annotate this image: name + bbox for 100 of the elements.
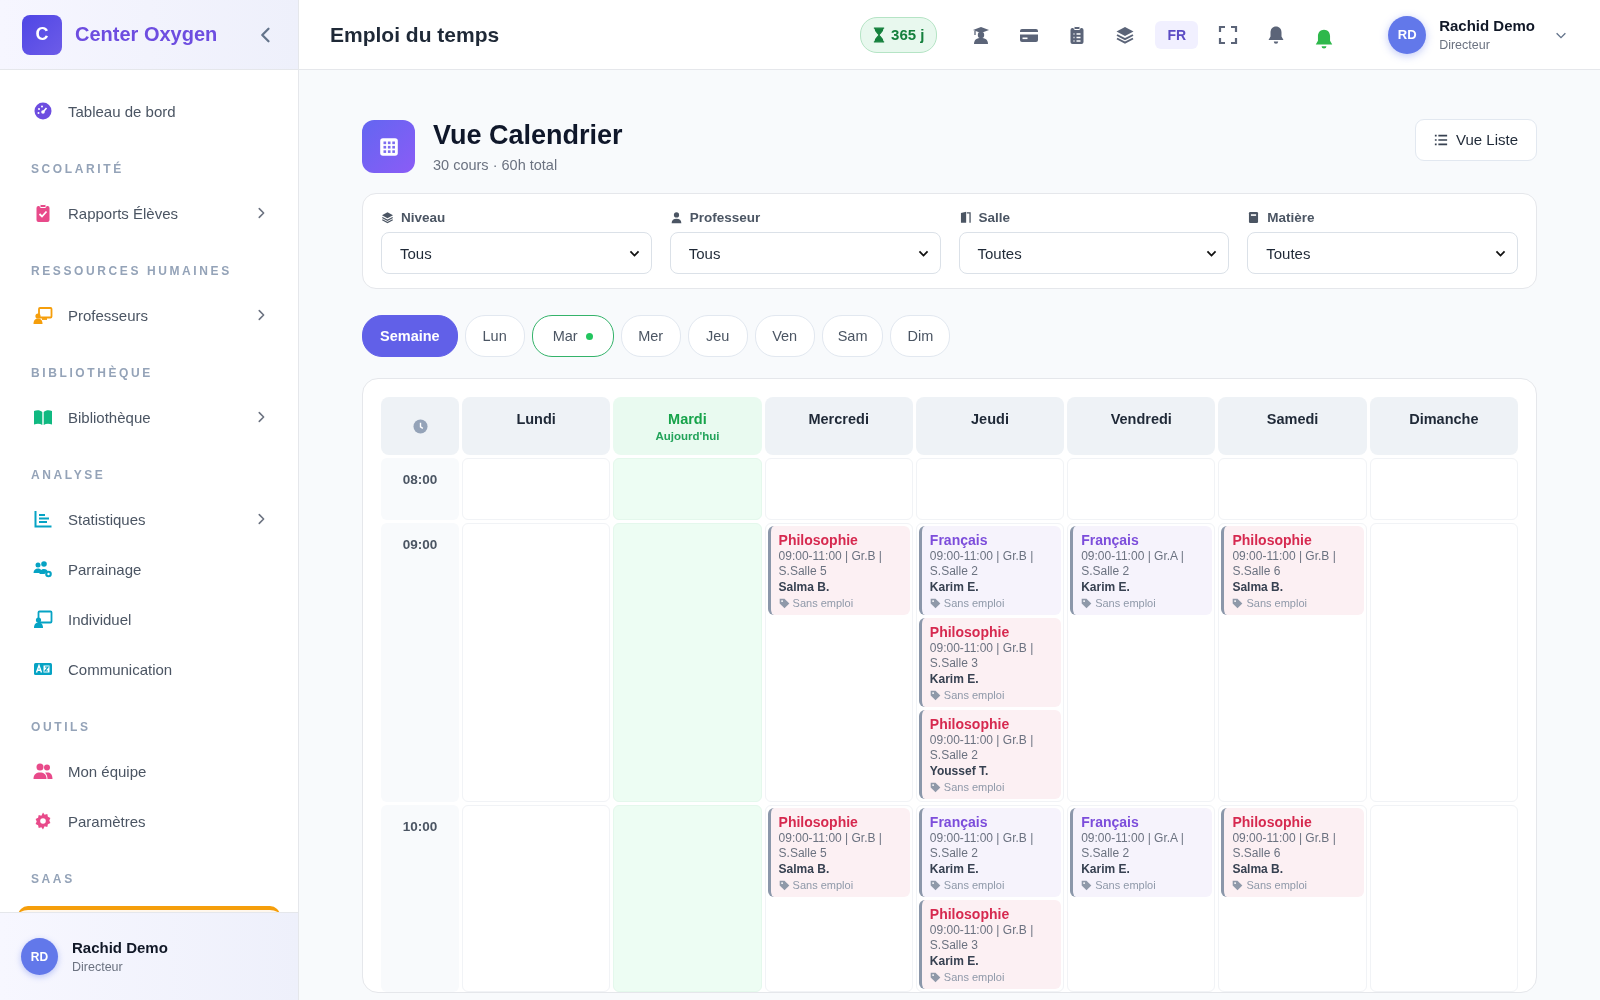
teacher-name: Youssef T.	[929, 764, 990, 779]
day-tab[interactable]: Mer	[620, 315, 681, 357]
course-details: 09:00-11:00 | Gr.B | S.Salle 6	[1232, 831, 1337, 861]
time-slot[interactable]: Français 09:00-11:00 | Gr.B | S.Salle 2 Karim E. Sans emploi Philosophie 09:00-11:00 | Gr.B | S.Salle 3 Karim E. Sans emploi Philosophie 09:00-11:00 | Gr.B | S.Salle 2 Youssef T. Sans emploi	[915, 523, 1065, 802]
days-left-badge: 365 j	[860, 16, 938, 53]
time-slot[interactable]	[613, 523, 762, 802]
section-title: SAAS	[30, 871, 76, 888]
day-name: Dimanche	[1409, 411, 1479, 427]
user-name: Rachid Demo	[1439, 17, 1535, 34]
course-card[interactable]: Français 09:00-11:00 | Gr.A | S.Salle 2 Karim E. Sans emploi	[1070, 526, 1213, 615]
menu-item[interactable]: Rapports Élèves	[0, 188, 298, 238]
filter-label: Professeur	[689, 210, 761, 225]
teacher-name: Salma B.	[1232, 862, 1285, 877]
course-card[interactable]: Philosophie 09:00-11:00 | Gr.B | S.Salle 2 Youssef T. Sans emploi	[918, 710, 1062, 799]
course-card[interactable]: Philosophie 09:00-11:00 | Gr.B | S.Salle 3 Karim E. Sans emploi	[918, 618, 1062, 707]
section-title: BIBLIOTHÈQUE	[30, 364, 154, 382]
section-title: Vue Calendrier	[433, 120, 624, 151]
time-slot[interactable]: Français 09:00-11:00 | Gr.A | S.Salle 2 Karim E. Sans emploi	[1067, 523, 1216, 802]
section-title: SCOLARITÉ	[30, 160, 125, 178]
course-tag: Sans emploi	[1246, 878, 1307, 893]
menu-item[interactable]: Tableau de bord	[0, 86, 298, 136]
time-slot[interactable]: Philosophie 09:00-11:00 | Gr.B | S.Salle 6 Salma B. Sans emploi	[1218, 805, 1367, 992]
day-name: Mercredi	[808, 411, 869, 427]
teacher-name: Salma B.	[778, 862, 831, 877]
time-slot[interactable]	[613, 805, 762, 992]
day-tab[interactable]: Jeu	[687, 315, 748, 357]
book-icon	[1247, 211, 1261, 224]
avatar: RD	[21, 938, 58, 975]
time-slot[interactable]	[613, 458, 762, 520]
time-slot[interactable]: Français 09:00-11:00 | Gr.A | S.Salle 2 Karim E. Sans emploi	[1067, 805, 1216, 992]
logo-icon: C	[22, 14, 62, 55]
course-details: 09:00-11:00 | Gr.B | S.Salle 2	[929, 831, 1035, 861]
filter-select[interactable]: Toutes	[1247, 232, 1518, 274]
menu-item[interactable]: Statistiques	[0, 494, 298, 544]
menu-item[interactable]: Parrainage	[0, 544, 298, 594]
language-button[interactable]: FR	[1155, 20, 1199, 49]
course-details: 09:00-11:00 | Gr.B | S.Salle 2	[929, 733, 1035, 763]
today-label: Aujourd'hui	[655, 430, 720, 442]
teacher-name: Karim E.	[929, 580, 980, 595]
tag-icon	[778, 598, 790, 609]
day-tab[interactable]: Semaine	[362, 315, 458, 357]
course-card[interactable]: Philosophie 09:00-11:00 | Gr.B | S.Salle 3 Karim E. Sans emploi	[918, 900, 1062, 989]
tag-icon	[1232, 598, 1244, 609]
time-slot[interactable]	[462, 805, 611, 992]
menu-item[interactable]: Bibliothèque	[0, 392, 298, 442]
day-tab[interactable]: Ven	[754, 315, 815, 357]
list-view-button[interactable]: Vue Liste	[1415, 118, 1537, 161]
day-tab[interactable]: Mar	[531, 315, 614, 357]
course-details: 09:00-11:00 | Gr.A | S.Salle 2	[1081, 831, 1185, 861]
menu-item[interactable]: Professeurs	[0, 290, 298, 340]
person-icon	[669, 211, 683, 224]
filter-select[interactable]: Tous	[381, 232, 652, 274]
fullscreen-icon[interactable]	[1218, 24, 1239, 45]
time-slot[interactable]: Philosophie 09:00-11:00 | Gr.B | S.Salle 6 Salma B. Sans emploi	[1218, 523, 1367, 802]
course-card[interactable]: Philosophie 09:00-11:00 | Gr.B | S.Salle 5 Salma B. Sans emploi	[767, 526, 910, 615]
user-role: Directeur	[1439, 38, 1491, 52]
time-slot[interactable]: Français 09:00-11:00 | Gr.B | S.Salle 2 Karim E. Sans emploi Philosophie 09:00-11:00 | Gr.B | S.Salle 3 Karim E. Sans emploi	[915, 805, 1065, 992]
time-slot[interactable]: Philosophie 09:00-11:00 | Gr.B | S.Salle 5 Salma B. Sans emploi	[764, 805, 913, 992]
course-details: 09:00-11:00 | Gr.A | S.Salle 2	[1081, 549, 1185, 579]
course-card[interactable]: Philosophie 09:00-11:00 | Gr.B | S.Salle 6 Salma B. Sans emploi	[1221, 808, 1364, 897]
menu-item[interactable]: Individuel	[0, 594, 298, 644]
user-name: Rachid Demo	[72, 939, 168, 956]
day-name: Lundi	[516, 411, 556, 427]
day-tab[interactable]: Sam	[821, 315, 884, 357]
list-icon	[1434, 132, 1448, 147]
clock-icon	[412, 418, 428, 434]
layers-icon[interactable]	[1115, 24, 1136, 45]
course-card[interactable]: Philosophie 09:00-11:00 | Gr.B | S.Salle 5 Salma B. Sans emploi	[767, 808, 910, 897]
teacher-name: Karim E.	[1081, 580, 1131, 595]
filter-select[interactable]: Toutes	[958, 232, 1230, 274]
brand-name: Center Oxygen	[75, 23, 219, 46]
day-tab[interactable]: Dim	[890, 315, 951, 357]
course-card[interactable]: Philosophie 09:00-11:00 | Gr.B | S.Salle 6 Salma B. Sans emploi	[1221, 526, 1364, 615]
course-card[interactable]: Français 09:00-11:00 | Gr.B | S.Salle 2 Karim E. Sans emploi	[918, 526, 1062, 615]
section-title: RESSOURCES HUMAINES	[30, 263, 233, 280]
layers-icon	[381, 211, 394, 224]
filter-select[interactable]: Tous	[669, 232, 941, 274]
course-subject: Philosophie	[778, 531, 859, 549]
course-details: 09:00-11:00 | Gr.B | S.Salle 5	[778, 831, 883, 861]
course-subject: Philosophie	[929, 715, 1011, 733]
tag-icon	[1232, 880, 1244, 891]
course-subject: Philosophie	[929, 905, 1011, 923]
day-tab[interactable]: Lun	[464, 315, 525, 357]
course-card[interactable]: Français 09:00-11:00 | Gr.A | S.Salle 2 Karim E. Sans emploi	[1070, 808, 1213, 897]
menu-item[interactable]: Communication	[0, 644, 298, 694]
user-role: Directeur	[72, 960, 124, 974]
course-card[interactable]: Français 09:00-11:00 | Gr.B | S.Salle 2 Karim E. Sans emploi	[918, 808, 1062, 897]
course-subject: Philosophie	[929, 623, 1011, 641]
time-label: 09:00	[381, 523, 459, 802]
filter-label: Niveau	[401, 210, 446, 225]
menu-item[interactable]: Mon équipe	[0, 746, 298, 796]
course-tag: Sans emploi	[943, 970, 1005, 985]
menu-item[interactable]: Paramètres	[0, 796, 298, 846]
course-subject: Philosophie	[1232, 531, 1313, 549]
time-slot[interactable]	[1369, 805, 1518, 992]
course-details: 09:00-11:00 | Gr.B | S.Salle 5	[778, 549, 883, 579]
teacher-name: Karim E.	[929, 954, 980, 969]
course-details: 09:00-11:00 | Gr.B | S.Salle 3	[929, 923, 1035, 953]
course-details: 09:00-11:00 | Gr.B | S.Salle 3	[929, 641, 1035, 671]
time-slot[interactable]: Philosophie 09:00-11:00 | Gr.B | S.Salle 5 Salma B. Sans emploi	[764, 523, 913, 802]
